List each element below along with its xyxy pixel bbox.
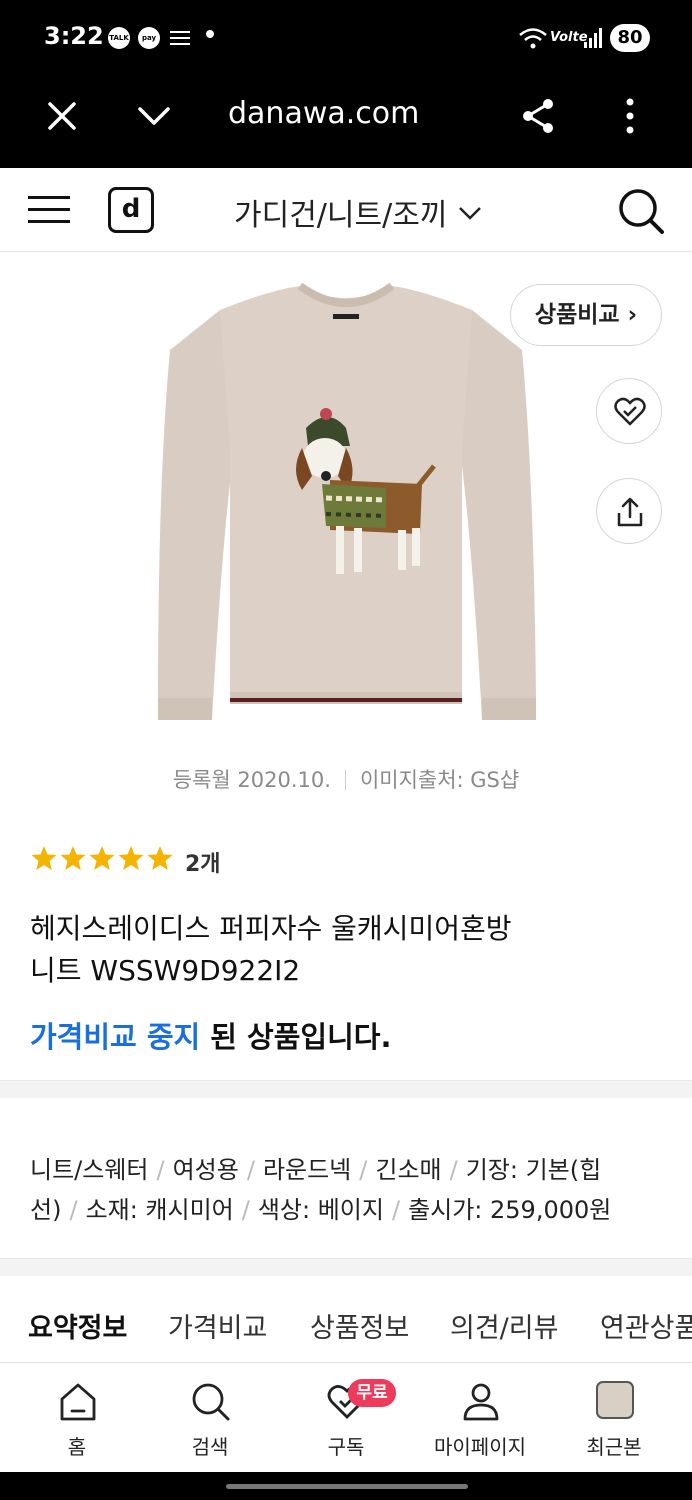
spec-item: 여성용 <box>172 1156 239 1184</box>
nav-mypage[interactable]: 마이페이지 <box>430 1363 530 1473</box>
more-icon[interactable] <box>610 96 650 136</box>
status-bar: 3:22 TALK pay Volte 80 <box>0 0 692 78</box>
tab-reviews[interactable]: 의견/리뷰 <box>450 1306 558 1345</box>
hamburger-menu-icon[interactable] <box>28 192 72 228</box>
bottom-nav: 홈 검색 무료 구독 마이페이지 최근본 <box>0 1362 692 1472</box>
url-text[interactable]: danawa.com <box>228 96 419 131</box>
spec-item: 출시가: 259,000원 <box>408 1196 612 1224</box>
chevron-right-icon: › <box>627 302 638 328</box>
spec-item: 소재: 캐시미어 <box>85 1196 234 1224</box>
spec-item: 긴소매 <box>375 1156 442 1184</box>
list-icon <box>170 31 190 45</box>
nav-home-label: 홈 <box>67 1435 87 1459</box>
section-divider <box>0 1258 692 1276</box>
review-count: 2개 <box>185 852 221 877</box>
free-badge: 무료 <box>348 1379 396 1407</box>
image-source: 이미지출처: GS샵 <box>359 768 520 792</box>
browser-bar: danawa.com <box>0 78 692 168</box>
person-icon <box>463 1383 499 1421</box>
price-compare-notice: 가격비교 중지 된 상품입니다. <box>30 1014 391 1056</box>
section-divider <box>0 1080 692 1098</box>
wifi-icon <box>519 28 547 49</box>
battery-indicator: 80 <box>610 24 650 52</box>
search-icon <box>192 1383 230 1421</box>
spec-item: 선) <box>30 1196 62 1224</box>
product-title-line2: 니트 WSSW9D922I2 <box>30 954 301 987</box>
nav-recent-label: 최근본 <box>586 1435 642 1459</box>
spec-item: 니트/스웨터 <box>30 1156 149 1184</box>
product-title: 헤지스레이디스 퍼피자수 울캐시미어혼방 니트 WSSW9D922I2 <box>30 908 650 992</box>
recent-thumbnail <box>596 1381 634 1419</box>
product-title-line1: 헤지스레이디스 퍼피자수 울캐시미어혼방 <box>30 912 512 945</box>
danawa-logo[interactable]: d <box>108 187 154 233</box>
upload-share-icon <box>617 497 643 527</box>
chevron-down-icon <box>459 207 481 220</box>
tab-related[interactable]: 연관상품 <box>600 1306 692 1345</box>
gesture-bar <box>0 1472 692 1500</box>
chevron-down-icon[interactable] <box>134 96 174 136</box>
status-time: 3:22 <box>44 22 104 50</box>
share-button[interactable] <box>596 478 662 544</box>
site-header: d 가디건/니트/조끼 <box>0 168 692 252</box>
nav-recent[interactable]: 최근본 <box>564 1363 664 1473</box>
product-image[interactable] <box>150 280 542 740</box>
product-tabs: 요약정보 가격비교 상품정보 의견/리뷰 연관상품 <box>0 1300 692 1360</box>
divider <box>344 770 346 790</box>
compare-button[interactable]: 상품비교 › <box>510 284 662 346</box>
compare-button-label: 상품비교 <box>534 302 620 328</box>
star-rating-icon <box>31 846 173 870</box>
search-icon[interactable] <box>616 186 666 236</box>
wishlist-button[interactable] <box>596 378 662 444</box>
tab-product-info[interactable]: 상품정보 <box>310 1306 409 1345</box>
category-dropdown[interactable]: 가디건/니트/조끼 <box>234 190 483 234</box>
nav-home[interactable]: 홈 <box>27 1363 127 1473</box>
pay-icon: pay <box>138 27 160 49</box>
talk-icon: TALK <box>108 27 130 49</box>
spec-item: 기장: 기본(힙 <box>465 1156 602 1184</box>
spec-item: 라운드넥 <box>262 1156 352 1184</box>
registration-date: 등록월 2020.10. <box>172 768 331 792</box>
close-icon[interactable] <box>42 96 82 136</box>
nav-search-label: 검색 <box>191 1435 229 1459</box>
nav-mypage-label: 마이페이지 <box>434 1435 526 1459</box>
signal-icon <box>584 28 602 48</box>
heart-icon <box>614 397 646 426</box>
volte-label: Volte <box>550 30 588 45</box>
notification-dot-icon <box>206 30 214 38</box>
share-icon[interactable] <box>518 96 558 136</box>
tab-summary[interactable]: 요약정보 <box>28 1306 127 1345</box>
spec-item: 색상: 베이지 <box>257 1196 384 1224</box>
home-icon <box>60 1383 96 1421</box>
spec-line-2: 선) / 소재: 캐시미어 / 색상: 베이지 / 출시가: 259,000원 <box>30 1196 612 1224</box>
home-indicator[interactable] <box>226 1484 468 1489</box>
spec-line-1: 니트/스웨터 / 여성용 / 라운드넥 / 긴소매 / 기장: 기본(힙 <box>30 1156 602 1184</box>
nav-subscribe[interactable]: 무료 구독 <box>296 1363 396 1473</box>
nav-subscribe-label: 구독 <box>327 1435 365 1459</box>
category-label: 가디건/니트/조끼 <box>234 198 448 233</box>
nav-search[interactable]: 검색 <box>160 1363 260 1473</box>
image-meta: 등록월 2020.10. 이미지출처: GS샵 <box>0 764 692 794</box>
spec-summary: 니트/스웨터 / 여성용 / 라운드넥 / 긴소매 / 기장: 기본(힙 선) / 소재: 캐시미어… <box>30 1150 660 1230</box>
tab-price-compare[interactable]: 가격비교 <box>168 1306 267 1345</box>
notice-highlight: 가격비교 중지 <box>30 1020 201 1054</box>
notice-text: 된 상품입니다. <box>200 1020 392 1054</box>
